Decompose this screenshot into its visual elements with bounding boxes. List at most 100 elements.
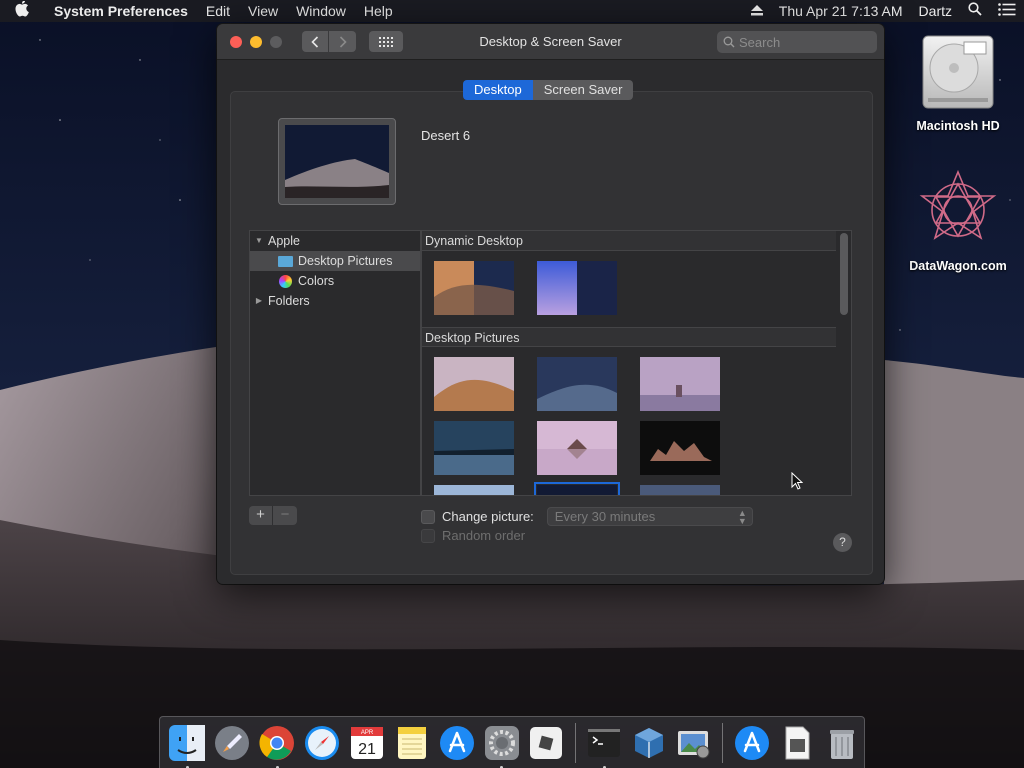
help-button[interactable]: ? [833, 533, 852, 552]
finder-icon [169, 724, 206, 761]
forward-button[interactable] [329, 31, 356, 52]
wallpaper-thumb-2[interactable] [537, 357, 617, 411]
menu-view[interactable]: View [239, 0, 287, 22]
desktop-icon-datawagon[interactable]: DataWagon.com [903, 168, 1013, 273]
dock-app-store[interactable] [437, 722, 476, 763]
wallpaper-thumb-7[interactable] [434, 485, 514, 495]
wallpaper-thumb-desert-6[interactable] [534, 482, 620, 495]
window-titlebar: Desktop & Screen Saver [217, 24, 884, 60]
zoom-button[interactable] [270, 35, 282, 48]
launchpad-rocket-icon [215, 725, 250, 760]
dock-downloads[interactable] [732, 722, 771, 763]
chevron-right-icon [339, 35, 347, 48]
change-picture-checkbox[interactable] [421, 509, 435, 524]
source-group-label: Apple [268, 234, 300, 248]
back-forward-group [302, 31, 356, 52]
source-group-apple[interactable]: ▼ Apple [250, 231, 420, 251]
preview-photos-icon [678, 730, 710, 758]
calendar-icon: APR 21 [350, 726, 383, 759]
apple-menu-icon[interactable] [0, 0, 44, 21]
random-order-checkbox[interactable] [421, 528, 435, 543]
dock-document[interactable] [777, 722, 816, 763]
dock-notes[interactable] [392, 722, 431, 763]
wallpaper-thumb-mojave-dynamic[interactable] [434, 261, 514, 315]
desktop-icon-label: DataWagon.com [909, 259, 1007, 273]
wallpaper-thumb-solar-gradients[interactable] [537, 261, 617, 315]
safari-compass-icon [305, 725, 340, 760]
dock-chrome[interactable] [258, 722, 297, 768]
dock-trash[interactable] [822, 722, 861, 763]
minimize-button[interactable] [250, 35, 262, 48]
virtualbox-cube-icon [635, 727, 664, 758]
dock: APR 21 [159, 716, 865, 768]
dock-roblox[interactable] [527, 722, 566, 763]
search-input[interactable] [739, 34, 869, 50]
wallpaper-thumb-9[interactable] [640, 485, 720, 495]
menubar-user[interactable]: Dartz [911, 0, 960, 22]
remove-folder-button[interactable]: − [273, 506, 297, 525]
source-group-label: Folders [268, 294, 310, 308]
document-icon [785, 726, 810, 759]
current-wallpaper-name: Desert 6 [421, 128, 471, 143]
dock-preview[interactable] [675, 722, 714, 763]
source-item-colors[interactable]: Colors [250, 271, 420, 291]
disclosure-closed-icon[interactable]: ▶ [250, 291, 268, 311]
notification-center-icon[interactable] [990, 0, 1024, 22]
notes-icon [397, 726, 426, 759]
change-interval-value: Every 30 minutes [554, 509, 656, 524]
browser-scrollbar[interactable] [840, 233, 848, 315]
traffic-lights [230, 35, 282, 48]
wallpaper-browser[interactable]: Dynamic Desktop Desktop Pictures [421, 230, 852, 496]
dock-separator [722, 722, 724, 763]
app-store-downloads-icon [734, 725, 769, 760]
change-picture-label: Change picture: [442, 509, 534, 524]
source-group-folders[interactable]: ▶ Folders [250, 291, 420, 311]
desktop-icon-macintosh-hd[interactable]: Macintosh HD [903, 32, 1013, 133]
dock-safari[interactable] [303, 722, 342, 763]
wallpaper-thumb-4[interactable] [434, 421, 514, 475]
calendar-day-label: 21 [358, 741, 376, 758]
dock-calendar[interactable]: APR 21 [348, 722, 387, 763]
search-field[interactable] [717, 31, 877, 53]
current-wallpaper-preview [278, 118, 396, 205]
random-order-label: Random order [442, 528, 526, 543]
section-header-dynamic: Dynamic Desktop [422, 231, 836, 251]
wallpaper-thumb-3[interactable] [640, 357, 720, 411]
random-order-row: Random order [421, 528, 525, 543]
wallpaper-thumb-6[interactable] [640, 421, 720, 475]
disclosure-open-icon[interactable]: ▼ [250, 231, 268, 251]
preview-image [285, 125, 389, 198]
add-folder-button[interactable]: + [249, 506, 273, 525]
tab-desktop[interactable]: Desktop [463, 80, 533, 100]
source-item-desktop-pictures[interactable]: Desktop Pictures [250, 251, 420, 271]
back-button[interactable] [302, 31, 329, 52]
eject-icon[interactable] [743, 0, 771, 22]
wallpaper-thumb-5[interactable] [537, 421, 617, 475]
roblox-icon [530, 726, 563, 759]
wallpaper-thumb-1[interactable] [434, 357, 514, 411]
change-interval-popup[interactable]: Every 30 minutes ▲ ▼ [546, 507, 753, 526]
change-picture-row: Change picture: Every 30 minutes ▲ ▼ [421, 507, 753, 526]
spotlight-icon[interactable] [960, 0, 990, 22]
source-list: ▼ Apple Desktop Pictures Colors ▶ Folder… [249, 230, 421, 496]
menu-window[interactable]: Window [287, 0, 355, 22]
dock-virtualbox[interactable] [630, 722, 669, 763]
add-remove-folder-buttons: + − [249, 506, 297, 525]
calendar-month-label: APR [361, 730, 374, 736]
menu-help[interactable]: Help [355, 0, 402, 22]
dock-finder[interactable] [168, 722, 207, 768]
dock-system-preferences[interactable] [482, 722, 521, 768]
terminal-icon [588, 728, 621, 757]
menu-edit[interactable]: Edit [197, 0, 239, 22]
close-button[interactable] [230, 35, 242, 48]
menubar-clock[interactable]: Thu Apr 21 7:13 AM [771, 0, 911, 22]
dock-launchpad[interactable] [213, 722, 252, 763]
dock-terminal[interactable] [585, 722, 624, 768]
gear-icon [484, 725, 519, 760]
menu-bar: System Preferences Edit View Window Help… [0, 0, 1024, 22]
desktop-icon-label: Macintosh HD [916, 119, 1000, 133]
menu-app-name[interactable]: System Preferences [44, 0, 197, 22]
show-all-button[interactable] [369, 31, 403, 52]
tab-screen-saver[interactable]: Screen Saver [532, 80, 634, 100]
datawagon-logo-icon [919, 169, 997, 240]
